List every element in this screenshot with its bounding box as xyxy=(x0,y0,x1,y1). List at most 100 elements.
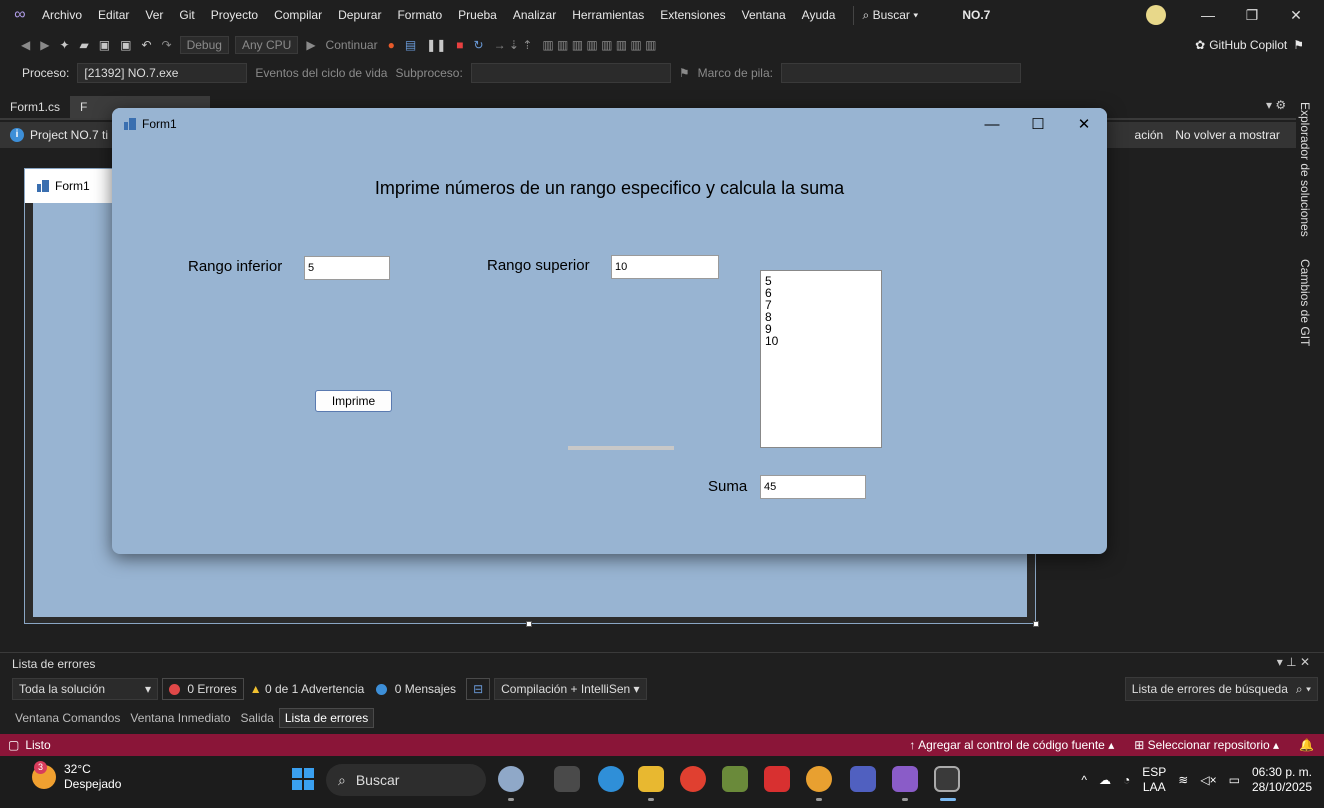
chrome-canary-icon[interactable] xyxy=(806,766,832,792)
lifecycle-events[interactable]: Eventos del ciclo de vida xyxy=(251,66,391,80)
align-icons[interactable]: ▥ ▥ ▥ ▥ ▥ ▥ ▥ ▥ xyxy=(537,38,661,52)
minimize-icon[interactable]: — xyxy=(969,116,1015,133)
maximize-icon[interactable]: ☐ xyxy=(1015,115,1061,133)
restart-icon[interactable]: ↻ xyxy=(469,38,489,52)
menu-ayuda[interactable]: Ayuda xyxy=(794,8,844,22)
save-all-icon[interactable]: ▣ xyxy=(115,38,136,52)
account-avatar[interactable] xyxy=(1146,5,1166,25)
build-filter-dropdown[interactable]: Compilación + IntelliSen ▾ xyxy=(494,678,647,700)
running-form-titlebar[interactable]: Form1 xyxy=(112,108,1107,140)
file-explorer-icon[interactable] xyxy=(638,766,664,792)
platform-dropdown[interactable]: Any CPU xyxy=(234,36,299,54)
gear-icon[interactable]: ▾ ⚙ xyxy=(1266,98,1286,112)
diagnostic-icon[interactable]: ▤ xyxy=(400,38,421,52)
resize-handle[interactable] xyxy=(526,621,532,627)
scope-dropdown[interactable]: Toda la solución ▾ xyxy=(12,678,158,700)
filter-icon[interactable]: ⊟ xyxy=(466,678,491,700)
copilot-app-icon[interactable] xyxy=(498,766,524,792)
task-view-icon[interactable] xyxy=(554,766,580,792)
volume-icon[interactable]: ◁× xyxy=(1200,773,1216,788)
config-dropdown[interactable]: Debug xyxy=(179,36,229,54)
error-search-input[interactable]: Lista de errores de búsqueda ⌕ ▾ xyxy=(1124,677,1318,701)
wifi-icon[interactable]: ≋ xyxy=(1178,773,1188,788)
edge-icon[interactable] xyxy=(598,766,624,792)
play-icon[interactable]: ▶ xyxy=(301,38,320,52)
weather-widget[interactable]: 3 32°C Despejado xyxy=(32,761,121,792)
numbers-listbox[interactable]: 5 6 7 8 9 10 xyxy=(760,270,882,448)
copilot-tray-icon[interactable]: ◔ xyxy=(1123,773,1130,788)
repo-button[interactable]: ⊞ Seleccionar repositorio ▴ xyxy=(1134,738,1279,752)
process-dropdown[interactable]: [21392] NO.7.exe xyxy=(77,63,248,83)
taskbar-search[interactable]: ⌕ Buscar xyxy=(326,764,486,796)
minimize-icon[interactable]: — xyxy=(1186,7,1230,23)
menu-archivo[interactable]: Archivo xyxy=(34,8,90,22)
undo-icon[interactable]: ↶ xyxy=(136,38,156,52)
sum-output[interactable] xyxy=(760,475,866,499)
windows-start-icon[interactable] xyxy=(292,768,314,790)
warnings-filter-button[interactable]: ▲ 0 de 1 Advertencia xyxy=(244,679,371,699)
step-icon[interactable]: → ⇣ ⇡ xyxy=(489,38,538,52)
copilot-button[interactable]: ✿ GitHub Copilot ⚑ xyxy=(1195,30,1304,60)
tab-solution-explorer[interactable]: Explorador de soluciones xyxy=(1298,96,1312,243)
notifications-icon[interactable]: 🔔 xyxy=(1299,738,1314,752)
source-control-button[interactable]: ↑ Agregar al control de código fuente ▴ xyxy=(909,738,1114,752)
dismiss-link[interactable]: No volver a mostrar xyxy=(1175,128,1280,142)
tab-command-window[interactable]: Ventana Comandos xyxy=(10,709,125,727)
messages-filter-button[interactable]: 0 Mensajes xyxy=(370,679,462,699)
menu-extensiones[interactable]: Extensiones xyxy=(652,8,733,22)
thread-dropdown[interactable] xyxy=(470,63,671,83)
lower-range-input[interactable] xyxy=(304,256,390,280)
continue-button[interactable]: Continuar xyxy=(321,38,383,52)
tab-error-list[interactable]: Lista de errores xyxy=(278,708,375,728)
stop-icon[interactable]: ■ xyxy=(451,38,468,52)
menu-ventana[interactable]: Ventana xyxy=(734,8,794,22)
list-item[interactable]: 6 xyxy=(765,287,877,299)
menu-formato[interactable]: Formato xyxy=(389,8,450,22)
feedback-icon[interactable]: ⚑ xyxy=(1293,38,1304,52)
imprime-button[interactable]: Imprime xyxy=(315,390,392,412)
clock[interactable]: 06:30 p. m. 28/10/2025 xyxy=(1252,765,1312,795)
list-item[interactable]: 5 xyxy=(765,275,877,287)
close-icon[interactable]: ✕ xyxy=(1274,7,1318,24)
tab-output[interactable]: Salida xyxy=(236,709,279,727)
pause-icon[interactable]: ❚❚ xyxy=(421,38,451,52)
onedrive-icon[interactable]: ☁ xyxy=(1099,773,1111,788)
save-icon[interactable]: ▣ xyxy=(94,38,115,52)
flag-icon[interactable]: ⚑ xyxy=(675,66,694,80)
list-item[interactable]: 9 xyxy=(765,323,877,335)
chrome-icon[interactable] xyxy=(680,766,706,792)
list-item[interactable]: 7 xyxy=(765,299,877,311)
menu-herramientas[interactable]: Herramientas xyxy=(564,8,652,22)
menu-depurar[interactable]: Depurar xyxy=(330,8,389,22)
menu-ver[interactable]: Ver xyxy=(137,8,171,22)
panel-controls[interactable]: ▾ ⊥ ✕ xyxy=(1277,655,1310,669)
hot-reload-icon[interactable]: ● xyxy=(383,38,400,52)
battery-icon[interactable]: ▭ xyxy=(1229,773,1240,788)
tab-immediate-window[interactable]: Ventana Inmediato xyxy=(125,709,235,727)
back-icon[interactable]: ◀ xyxy=(16,38,35,52)
language-indicator[interactable]: ESP LAA xyxy=(1142,765,1166,795)
list-item[interactable]: 8 xyxy=(765,311,877,323)
visual-studio-icon[interactable] xyxy=(892,766,918,792)
teams-icon[interactable] xyxy=(850,766,876,792)
menu-git[interactable]: Git xyxy=(171,8,202,22)
resize-handle[interactable] xyxy=(1033,621,1039,627)
autocad-icon[interactable] xyxy=(764,766,790,792)
running-app-icon[interactable] xyxy=(934,766,960,792)
app-icon[interactable] xyxy=(722,766,748,792)
tab-git-changes[interactable]: Cambios de GIT xyxy=(1298,253,1312,352)
new-item-icon[interactable]: ✦ xyxy=(54,38,74,52)
menu-prueba[interactable]: Prueba xyxy=(450,8,505,22)
menu-analizar[interactable]: Analizar xyxy=(505,8,564,22)
open-folder-icon[interactable]: ▰ xyxy=(75,38,94,52)
menu-proyecto[interactable]: Proyecto xyxy=(203,8,266,22)
close-icon[interactable]: ✕ xyxy=(1061,115,1107,133)
list-item[interactable]: 10 xyxy=(765,335,877,347)
forward-icon[interactable]: ▶ xyxy=(35,38,54,52)
menu-editar[interactable]: Editar xyxy=(90,8,137,22)
stack-frame-dropdown[interactable] xyxy=(780,63,1021,83)
chevron-up-icon[interactable]: ^ xyxy=(1081,773,1087,788)
restore-icon[interactable]: ❐ xyxy=(1230,7,1274,24)
errors-filter-button[interactable]: 0 Errores xyxy=(162,678,244,700)
upper-range-input[interactable] xyxy=(611,255,719,279)
